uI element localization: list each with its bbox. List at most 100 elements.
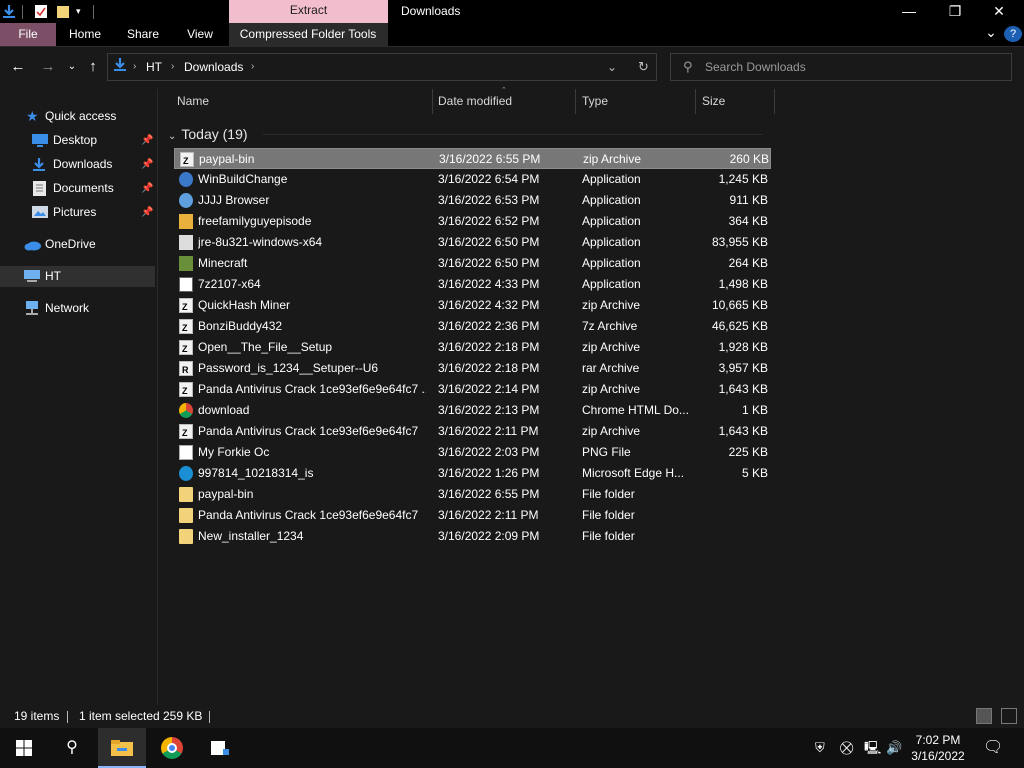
notification-center-icon[interactable]: 🗨	[983, 728, 1003, 768]
column-divider[interactable]	[695, 89, 696, 114]
group-header-today[interactable]: ⌄ Today (19)	[168, 125, 248, 143]
breadcrumb-downloads[interactable]: Downloads	[184, 54, 243, 80]
file-row[interactable]: QuickHash Miner 3/16/2022 4:32 PM zip Arch…	[174, 295, 771, 318]
file-type: Application	[582, 277, 641, 291]
pin-icon[interactable]: 📌	[141, 178, 153, 199]
sidebar-item-label: Network	[45, 301, 90, 315]
file-row[interactable]: Panda Antivirus Crack 1ce93ef6e9e64fc7 3/…	[174, 505, 771, 526]
network-tray-icon[interactable]: 🖳	[864, 728, 881, 768]
up-arrow-icon[interactable]: ↑	[83, 57, 103, 77]
file-size: 1,643 KB	[718, 424, 768, 438]
start-button[interactable]	[0, 728, 48, 768]
new-folder-icon[interactable]	[56, 4, 70, 19]
properties-icon[interactable]	[34, 4, 48, 19]
sidebar-item-network[interactable]: Network	[0, 298, 155, 319]
file-row[interactable]: Minecraft 3/16/2022 6:50 PM Application 264…	[174, 253, 771, 274]
tab-view[interactable]: View	[178, 23, 222, 46]
file-row[interactable]: Password_is_1234__Setuper--U6 3/16/2022 2…	[174, 358, 771, 381]
refresh-icon[interactable]: ↻	[638, 54, 649, 80]
help-button[interactable]: ?	[1004, 26, 1022, 42]
java-installer-icon	[179, 235, 193, 250]
tab-share[interactable]: Share	[120, 23, 166, 46]
security-shield-icon[interactable]: ⛨	[815, 728, 825, 768]
edge-icon	[179, 466, 193, 481]
system-clock[interactable]: 7:02 PM 3/16/2022	[900, 732, 976, 764]
navigation-pane: ★ Quick access Desktop 📌 Downloads 📌 Doc…	[0, 89, 158, 705]
file-row[interactable]: paypal-bin 3/16/2022 6:55 PM zip Archive 26…	[174, 148, 771, 172]
address-bar[interactable]: › HT › Downloads › ⌄ ↻	[107, 53, 657, 81]
column-divider[interactable]	[432, 89, 433, 114]
documents-icon	[33, 181, 49, 196]
breadcrumb-ht[interactable]: HT	[146, 54, 162, 80]
customize-toolbar-icon[interactable]: ▾	[76, 4, 90, 19]
close-button[interactable]: ✕	[976, 0, 1022, 23]
pin-icon[interactable]: 📌	[141, 130, 153, 151]
file-explorer-taskbar-icon[interactable]	[98, 728, 146, 768]
sidebar-item-pictures[interactable]: Pictures 📌	[0, 202, 155, 223]
breadcrumb-chevron-icon[interactable]: ›	[171, 54, 174, 80]
sidebar-item-quick-access[interactable]: ★ Quick access	[0, 106, 155, 127]
details-view-icon[interactable]	[976, 708, 992, 724]
sidebar-item-onedrive[interactable]: OneDrive	[0, 234, 155, 255]
minimize-button[interactable]: —	[886, 0, 932, 23]
file-name: New_installer_1234	[198, 529, 304, 543]
file-row[interactable]: Open__The_File__Setup 3/16/2022 2:18 PM zi…	[174, 337, 771, 360]
file-type: zip Archive	[582, 382, 641, 396]
pin-icon[interactable]: 📌	[141, 202, 153, 223]
chrome-taskbar-icon[interactable]	[148, 728, 196, 768]
file-type: Application	[582, 235, 641, 249]
file-row[interactable]: 7z2107-x64 3/16/2022 4:33 PM Application 1,…	[174, 274, 771, 295]
file-row[interactable]: Panda Antivirus Crack 1ce93ef6e9e64fc7 .…	[174, 379, 771, 402]
file-size: 364 KB	[728, 214, 768, 228]
column-divider[interactable]	[575, 89, 576, 114]
file-row[interactable]: jre-8u321-windows-x64 3/16/2022 6:50 PM Ap…	[174, 232, 771, 253]
maximize-button[interactable]: ❐	[932, 0, 978, 23]
sidebar-item-downloads[interactable]: Downloads 📌	[0, 154, 155, 175]
network-disconnected-icon[interactable]: ⛒	[840, 728, 853, 768]
file-row[interactable]: freefamilyguyepisode 3/16/2022 6:52 PM App…	[174, 211, 771, 232]
notepad-taskbar-icon[interactable]	[196, 728, 244, 768]
file-row[interactable]: JJJJ Browser 3/16/2022 6:53 PM Application…	[174, 190, 771, 211]
search-icon: ⚲	[683, 59, 693, 74]
tab-file[interactable]: File	[0, 23, 56, 46]
file-date-modified: 3/16/2022 2:13 PM	[438, 403, 540, 417]
sidebar-item-label: Pictures	[53, 205, 97, 219]
pin-icon[interactable]: 📌	[141, 154, 153, 175]
file-date-modified: 3/16/2022 6:53 PM	[438, 193, 540, 207]
search-input[interactable]	[705, 54, 995, 80]
file-row[interactable]: 997814_10218314_is 3/16/2022 1:26 PM Micro…	[174, 463, 771, 484]
column-header-type[interactable]: Type	[582, 89, 692, 114]
search-box[interactable]: ⚲	[670, 53, 1012, 81]
breadcrumb-chevron-icon[interactable]: ›	[133, 54, 136, 80]
file-row[interactable]: Panda Antivirus Crack 1ce93ef6e9e64fc7 3/…	[174, 421, 771, 444]
breadcrumb-chevron-icon[interactable]: ›	[251, 54, 254, 80]
column-header-size[interactable]: Size	[702, 89, 772, 114]
forward-arrow-icon[interactable]: →	[38, 57, 58, 77]
file-row[interactable]: My Forkie Oc 3/16/2022 2:03 PM PNG File 225…	[174, 442, 771, 463]
column-header-name[interactable]: Name	[177, 89, 427, 114]
address-history-chevron-icon[interactable]: ⌄	[607, 54, 617, 80]
clock-time: 7:02 PM	[915, 733, 961, 747]
sidebar-item-ht[interactable]: HT	[0, 266, 155, 287]
back-arrow-icon[interactable]: ←	[8, 57, 28, 77]
file-row[interactable]: New_installer_1234 3/16/2022 2:09 PM File …	[174, 526, 771, 547]
file-row[interactable]: paypal-bin 3/16/2022 6:55 PM File folder	[174, 484, 771, 505]
cloud-icon	[24, 237, 41, 252]
sidebar-item-desktop[interactable]: Desktop 📌	[0, 130, 155, 151]
browser-app-icon	[179, 193, 193, 208]
file-size: 3,957 KB	[718, 361, 768, 375]
search-taskbar-icon[interactable]: ⚲	[48, 728, 96, 768]
expand-ribbon-button[interactable]: ⌄	[982, 23, 1000, 46]
file-row[interactable]: download 3/16/2022 2:13 PM Chrome HTML Do.…	[174, 400, 771, 421]
file-name: QuickHash Miner	[198, 298, 291, 312]
download-arrow-icon[interactable]	[2, 4, 16, 19]
recent-locations-chevron-icon[interactable]: ⌄	[62, 57, 82, 77]
column-divider[interactable]	[774, 89, 775, 114]
collapse-group-chevron-icon[interactable]: ⌄	[168, 131, 176, 142]
tab-home[interactable]: Home	[62, 23, 108, 46]
file-row[interactable]: BonziBuddy432 3/16/2022 2:36 PM 7z Archive…	[174, 316, 771, 339]
sidebar-item-documents[interactable]: Documents 📌	[0, 178, 155, 199]
tab-compressed-folder-tools[interactable]: Compressed Folder Tools	[232, 23, 384, 46]
large-icons-view-icon[interactable]	[1001, 708, 1017, 724]
file-row[interactable]: WinBuildChange 3/16/2022 6:54 PM Applicati…	[174, 169, 771, 190]
